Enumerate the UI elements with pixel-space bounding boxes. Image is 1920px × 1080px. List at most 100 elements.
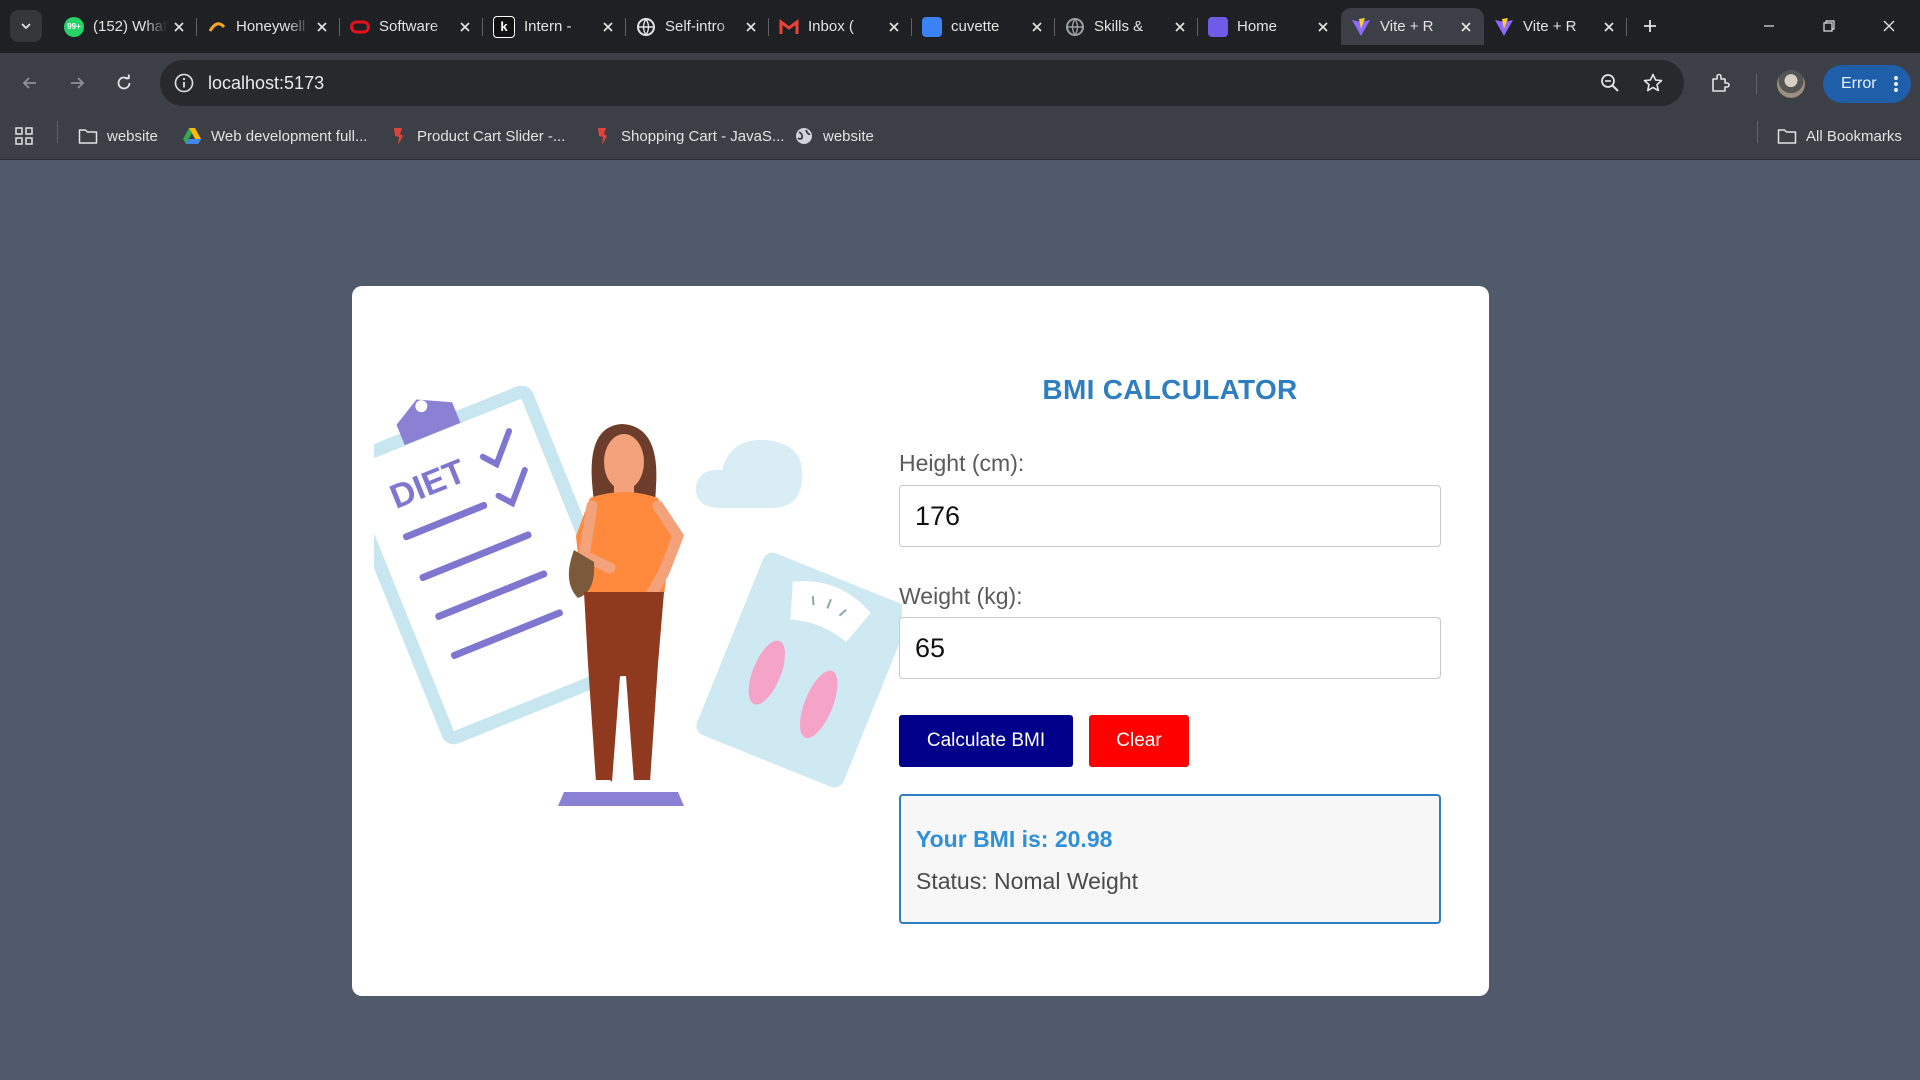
url-text[interactable]: localhost:5173 [208,73,324,94]
bmi-result-box: Your BMI is: 20.98 Status: Nomal Weight [899,794,1441,924]
bookmark-star-icon[interactable] [1639,69,1667,97]
close-icon [1883,20,1895,32]
all-bookmarks-label: All Bookmarks [1806,127,1902,145]
browser-tab[interactable]: k Intern - [483,8,626,45]
bookmark-item[interactable]: Shopping Cart - JavaS... [592,122,784,150]
tribal-pin-icon [592,126,612,146]
bmi-status-text: Status: Nomal Weight [916,868,1139,894]
browser-tab[interactable]: 99+ (152) WhatsApp [54,8,197,45]
bmi-card: DIET BMI CALCULATOR Height (cm): 176 Wei… [352,286,1489,996]
scale-shape [696,552,902,788]
browser-tab[interactable]: Vite + R [1341,8,1484,45]
close-icon[interactable] [743,19,759,35]
vite-icon [1351,17,1371,37]
close-icon[interactable] [314,19,330,35]
cloud-shape [695,439,803,508]
browser-tab[interactable]: Honeywell [197,8,340,45]
tab-title: Inbox ( [808,18,854,35]
profile-error-label: Error [1841,75,1877,92]
honeywell-icon [207,17,227,37]
tab-title: Home [1237,18,1278,35]
close-icon[interactable] [1458,19,1474,35]
google-drive-icon [182,126,202,146]
folder-icon [78,126,98,146]
close-window-button[interactable] [1866,10,1912,42]
browser-tab[interactable]: Self-intro [626,8,769,45]
browser-tab[interactable]: Inbox ( [769,8,912,45]
browser-tab[interactable]: Home [1198,8,1341,45]
folder-icon [1777,126,1797,146]
page-title: BMI CALCULATOR [1042,374,1298,405]
plus-icon [1644,20,1656,32]
profile-avatar[interactable] [1777,70,1805,98]
cuvette-icon [922,16,942,37]
close-icon[interactable] [171,19,187,35]
clear-button[interactable]: Clear [1089,715,1189,767]
bookmarks-divider [1757,121,1758,143]
close-icon[interactable] [457,19,473,35]
zoom-icon[interactable] [1596,69,1624,97]
extensions-icon[interactable] [1704,67,1736,99]
bookmark-label: website [107,127,158,145]
new-tab-button[interactable] [1636,12,1664,40]
address-bar[interactable]: localhost:5173 [160,60,1684,106]
bookmarks-bar: website Web development full... Product Ca… [0,113,1920,160]
profile-error-button[interactable]: Error [1823,65,1911,103]
close-icon[interactable] [1315,19,1331,35]
restore-icon [1823,20,1835,32]
bmi-calculator-form: BMI CALCULATOR Height (cm): Weight (kg):… [899,286,1441,996]
restore-button[interactable] [1806,10,1852,42]
height-input[interactable] [899,485,1441,547]
browser-tab[interactable]: Vite + R [1484,8,1627,45]
close-icon[interactable] [1172,19,1188,35]
tab-title: Honeywell [236,18,306,35]
close-icon[interactable] [1601,19,1617,35]
reload-button[interactable] [108,67,140,99]
arrow-left-icon [22,77,36,89]
close-icon[interactable] [886,19,902,35]
forward-button[interactable] [61,67,93,99]
bookmark-label: Web development full... [211,127,368,145]
k-letter-icon: k [493,15,515,38]
tab-title: Software [379,18,439,35]
weight-input[interactable] [899,617,1441,679]
tab-title: Self-intro [665,18,726,35]
bookmark-item[interactable]: Product Cart Slider -... [388,122,565,150]
browser-toolbar: localhost:5173 Error [0,53,1920,113]
calculate-bmi-button[interactable]: Calculate BMI [899,715,1073,767]
tab-list: 99+ (152) WhatsApp Honeywell Software k Inter… [54,8,1627,45]
close-icon[interactable] [600,19,616,35]
tab-title: Intern - [524,18,572,35]
globe-icon [794,126,814,146]
tab-title: (152) WhatsApp [93,18,167,35]
browser-tab[interactable]: cuvette [912,8,1055,45]
back-button[interactable] [14,67,46,99]
minimize-button[interactable] [1746,10,1792,42]
browser-tab[interactable]: Software [340,8,483,45]
site-info-icon[interactable] [168,67,200,99]
globe-icon [1065,17,1085,37]
tab-title: Skills & [1094,18,1144,35]
weight-label: Weight (kg): [899,583,1023,609]
bookmark-item[interactable]: website [794,122,874,150]
bookmark-label: Shopping Cart - JavaS... [621,127,785,145]
all-bookmarks-button[interactable]: All Bookmarks [1777,122,1902,150]
bmi-result-value: Your BMI is: 20.98 [916,826,1113,852]
site-icon [1208,16,1228,37]
bookmark-item[interactable]: Web development full... [182,122,367,150]
bookmarks-divider [57,121,58,143]
bookmark-label: website [823,127,874,145]
apps-button[interactable] [14,122,34,150]
tab-search-button[interactable] [10,10,42,42]
more-vert-icon [1894,76,1898,92]
chevron-down-icon [21,23,31,30]
apps-grid-icon [15,127,33,145]
tribal-pin-icon [388,126,408,146]
openai-icon [636,17,656,37]
browser-tab[interactable]: Skills & [1055,8,1198,45]
tab-title: Vite + R [1523,18,1577,35]
close-icon[interactable] [1029,19,1045,35]
height-label: Height (cm): [899,450,1025,476]
diet-illustration: DIET [374,386,902,806]
bookmark-item[interactable]: website [78,122,158,150]
